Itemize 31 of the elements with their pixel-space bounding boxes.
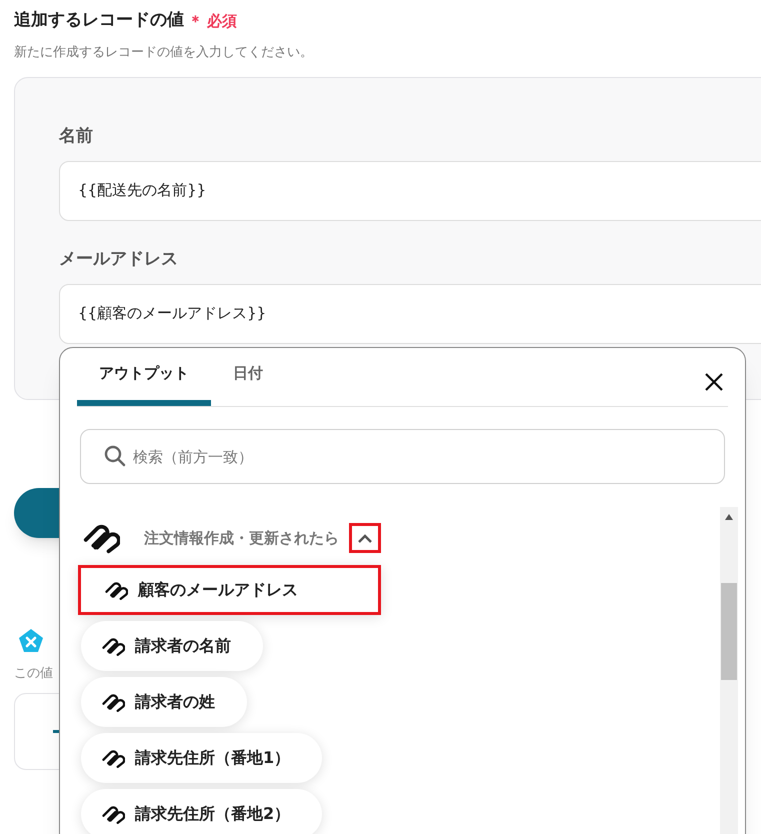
close-icon[interactable] <box>704 372 724 392</box>
field-label: メールアドレス <box>59 248 179 270</box>
pentagon-icon <box>18 628 44 654</box>
output-item[interactable]: 顧客のメールアドレス <box>78 565 381 615</box>
required-mark: ＊ <box>188 10 203 32</box>
tab[interactable]: アウトプット <box>77 347 211 406</box>
tab[interactable]: 日付 <box>211 347 285 406</box>
output-item[interactable]: 請求先住所（番地1） <box>81 733 322 783</box>
output-item[interactable]: 請求者の名前 <box>81 621 263 671</box>
linked-loops-icon <box>101 636 125 656</box>
linked-loops-icon <box>104 580 128 600</box>
linked-loops-icon <box>101 748 125 768</box>
required-label: 必須 <box>207 10 237 32</box>
scroll-up-icon[interactable] <box>725 514 733 520</box>
collapse-toggle[interactable] <box>349 523 381 553</box>
output-item[interactable]: 請求者の姓 <box>81 677 247 727</box>
output-item[interactable]: 請求先住所（番地2） <box>81 789 322 834</box>
chevron-up-icon <box>358 534 372 542</box>
linked-loops-icon <box>101 804 125 824</box>
search-icon <box>104 445 126 467</box>
linked-loops-icon <box>82 522 120 554</box>
field-label: 名前 <box>59 124 94 148</box>
group-title: 注文情報作成・更新されたら <box>144 528 339 549</box>
section-title: 追加するレコードの値 <box>14 9 184 32</box>
note-text: この値 <box>14 664 54 682</box>
text-field[interactable]: {{顧客のメールアドレス}} <box>59 284 761 344</box>
text-field[interactable]: {{配送先の名前}} <box>59 160 761 220</box>
scrollbar[interactable] <box>720 507 738 834</box>
section-description: 新たに作成するレコードの値を入力してください。 <box>14 44 314 62</box>
linked-loops-icon <box>101 692 125 712</box>
search-field[interactable]: 検索（前方一致） <box>80 429 725 484</box>
